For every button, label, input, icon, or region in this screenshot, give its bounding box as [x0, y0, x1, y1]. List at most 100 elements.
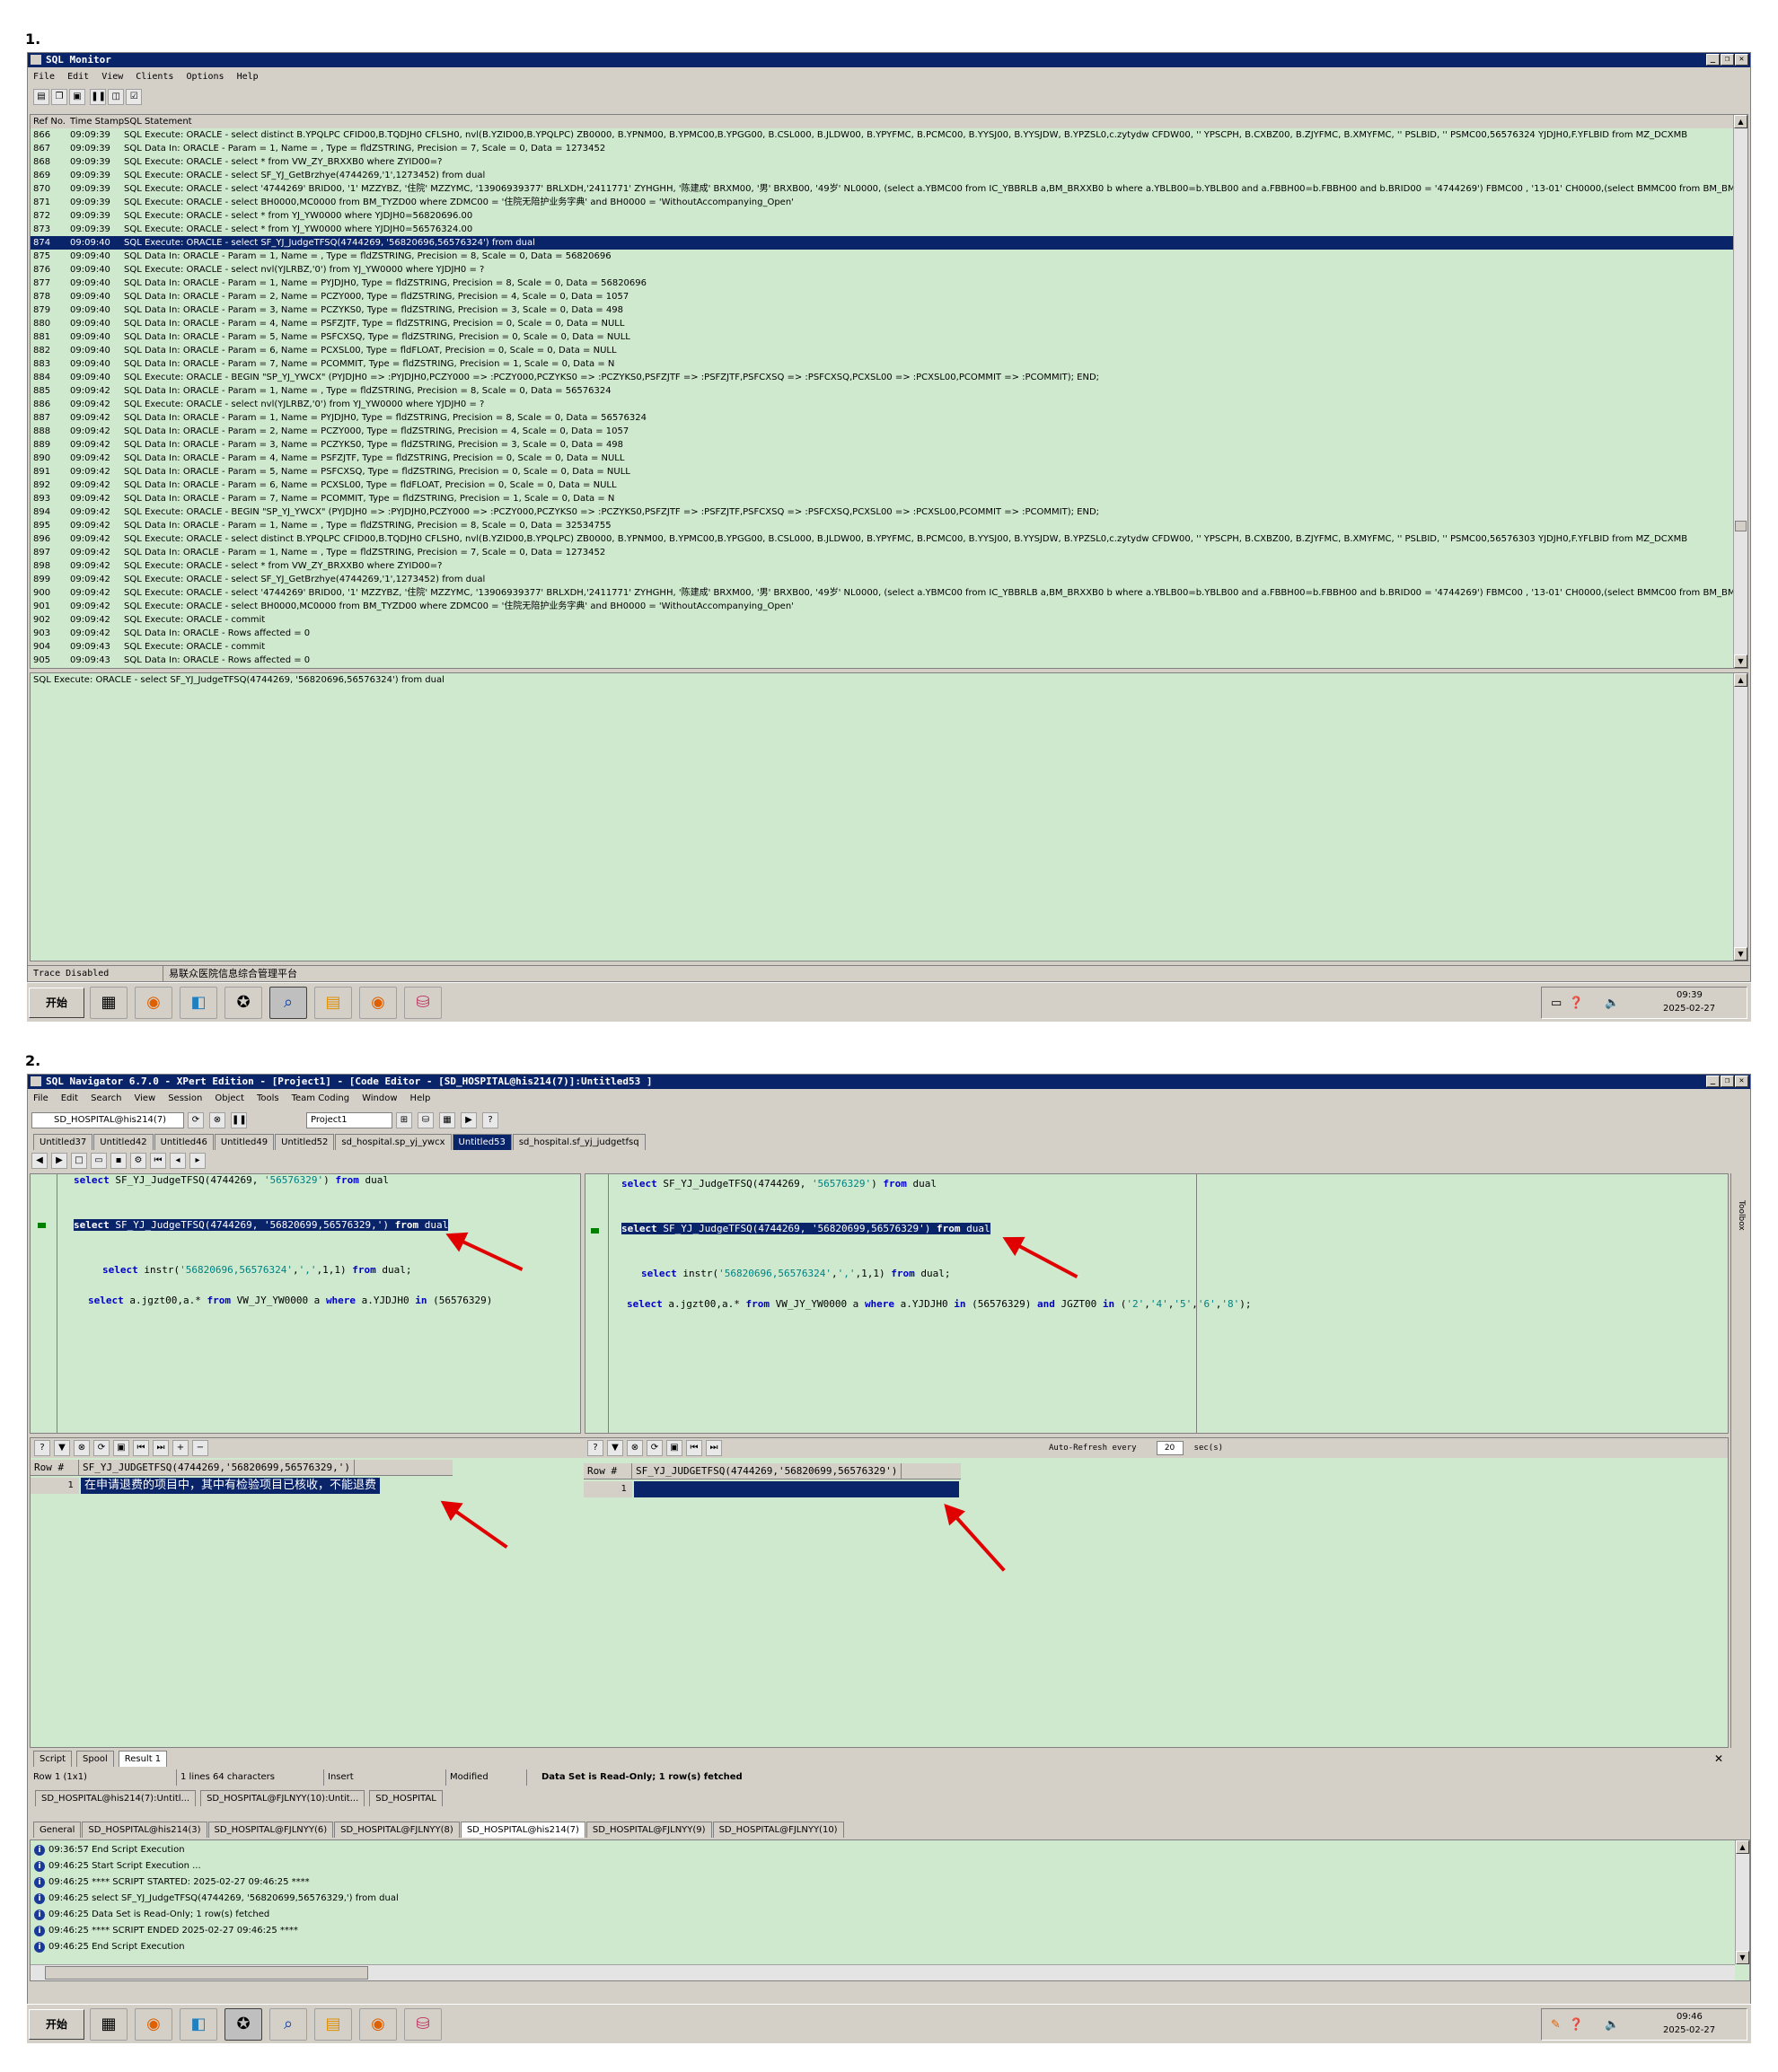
- log-row[interactable]: 872 09:09:39 SQL Execute: ORACLE - select …: [31, 209, 1747, 223]
- conn-tab-sd-hospital[interactable]: SD_HOSPITAL: [369, 1790, 443, 1806]
- close-result-icon[interactable]: ✕: [1714, 1752, 1723, 1765]
- add-row-icon[interactable]: +: [172, 1440, 189, 1456]
- menu-session[interactable]: Session: [168, 1091, 202, 1107]
- log-row[interactable]: 879 09:09:40 SQL Data In: ORACLE - Param =…: [31, 303, 1747, 317]
- tab-script[interactable]: Script: [33, 1751, 73, 1767]
- last-icon[interactable]: ⏭: [706, 1440, 722, 1456]
- menu-window[interactable]: Window: [362, 1091, 397, 1107]
- output-message[interactable]: i 09:36:57 End Script Execution: [31, 1842, 1749, 1858]
- tab-untitled37[interactable]: Untitled37: [33, 1134, 93, 1150]
- restore-button[interactable]: ❐: [1721, 54, 1734, 66]
- help-icon[interactable]: ?: [482, 1112, 498, 1128]
- left-code-editor[interactable]: select SF_YJ_JudgeTFSQ(4744269, '5657632…: [30, 1173, 581, 1434]
- conn-tab-his214-7[interactable]: SD_HOSPITAL@his214(7):Untitl...: [35, 1790, 197, 1806]
- cancel-icon[interactable]: ⊗: [627, 1440, 643, 1456]
- start-button[interactable]: 开始: [29, 2009, 84, 2040]
- header-sql[interactable]: SQL Statement: [124, 115, 192, 128]
- log-row[interactable]: 901 09:09:42 SQL Execute: ORACLE - select …: [31, 600, 1747, 613]
- output-tab-fjlnyy-9[interactable]: SD_HOSPITAL@FJLNYY(9): [585, 1822, 712, 1838]
- log-row[interactable]: 866 09:09:39 SQL Execute: ORACLE - select …: [31, 128, 1747, 142]
- project-select[interactable]: Project1: [306, 1112, 392, 1128]
- log-row[interactable]: 878 09:09:40 SQL Data In: ORACLE - Param =…: [31, 290, 1747, 303]
- tab-sp-yj-ywcx[interactable]: sd_hospital.sp_yj_ywcx: [335, 1134, 452, 1150]
- log-row[interactable]: 888 09:09:42 SQL Data In: ORACLE - Param =…: [31, 425, 1747, 438]
- execute-icon[interactable]: ⚙: [130, 1153, 146, 1169]
- print-icon[interactable]: ▣: [113, 1440, 129, 1456]
- log-row[interactable]: 903 09:09:42 SQL Data In: ORACLE - Rows af…: [31, 627, 1747, 640]
- back-icon[interactable]: ◀: [31, 1153, 48, 1169]
- log-row[interactable]: 899 09:09:42 SQL Execute: ORACLE - select …: [31, 573, 1747, 586]
- new-icon[interactable]: □: [71, 1153, 87, 1169]
- run-icon[interactable]: ▶: [461, 1112, 477, 1128]
- tab-untitled52[interactable]: Untitled52: [275, 1134, 335, 1150]
- output-hscrollbar[interactable]: [31, 1964, 1735, 1980]
- taskbar-app-calculator[interactable]: ▦: [90, 987, 128, 1019]
- log-row[interactable]: 902 09:09:42 SQL Execute: ORACLE - commit: [31, 613, 1747, 627]
- left-grid-col-header[interactable]: SF_YJ_JUDGETFSQ(4744269,'56820699,565763…: [79, 1460, 356, 1475]
- output-tab-his214-3[interactable]: SD_HOSPITAL@his214(3): [82, 1822, 207, 1838]
- log-row[interactable]: 877 09:09:40 SQL Data In: ORACLE - Param =…: [31, 277, 1747, 290]
- log-row[interactable]: 891 09:09:42 SQL Data In: ORACLE - Param =…: [31, 465, 1747, 478]
- print-icon[interactable]: ▣: [69, 89, 85, 105]
- refresh-icon[interactable]: ⟳: [647, 1440, 663, 1456]
- save-log-icon[interactable]: ▤: [33, 89, 49, 105]
- menu-team-coding[interactable]: Team Coding: [292, 1091, 350, 1107]
- log-row[interactable]: 870 09:09:39 SQL Execute: ORACLE - select …: [31, 182, 1747, 196]
- log-row[interactable]: 895 09:09:42 SQL Data In: ORACLE - Param =…: [31, 519, 1747, 532]
- grid-icon[interactable]: ▦: [439, 1112, 455, 1128]
- next-icon[interactable]: ▸: [189, 1153, 206, 1169]
- log-row[interactable]: 896 09:09:42 SQL Execute: ORACLE - select …: [31, 532, 1747, 546]
- tab-untitled42[interactable]: Untitled42: [93, 1134, 154, 1150]
- output-tab-general[interactable]: General: [33, 1822, 82, 1838]
- right-grid-col-header[interactable]: SF_YJ_JUDGETFSQ(4744269,'56820699,565763…: [632, 1463, 902, 1479]
- output-scrollbar[interactable]: ▲ ▼: [1735, 1840, 1749, 1964]
- output-message[interactable]: i 09:46:25 End Script Execution: [31, 1939, 1749, 1955]
- open-icon[interactable]: ▭: [91, 1153, 107, 1169]
- first-icon[interactable]: ⏮: [133, 1440, 149, 1456]
- log-row[interactable]: 897 09:09:42 SQL Data In: ORACLE - Param =…: [31, 546, 1747, 559]
- taskbar-app-sqlmonitor[interactable]: ⌕: [269, 987, 307, 1019]
- tab-untitled49[interactable]: Untitled49: [214, 1134, 275, 1150]
- right-grid-rownum-header[interactable]: Row #: [584, 1463, 632, 1479]
- taskbar-app-ring[interactable]: ◉: [135, 2008, 172, 2041]
- output-message[interactable]: i 09:46:25 select SF_YJ_JudgeTFSQ(4744269…: [31, 1891, 1749, 1907]
- pause-icon[interactable]: ❚❚: [90, 89, 107, 105]
- log-row[interactable]: 881 09:09:40 SQL Data In: ORACLE - Param =…: [31, 330, 1747, 344]
- taskbar-app-compass[interactable]: ✪: [224, 2008, 262, 2041]
- stop-icon[interactable]: ⊗: [209, 1112, 225, 1128]
- restore-button[interactable]: ❐: [1721, 1076, 1734, 1087]
- taskbar-app-sqlmonitor[interactable]: ⌕: [269, 2008, 307, 2041]
- auto-refresh-input[interactable]: 20: [1156, 1441, 1184, 1455]
- menu-view[interactable]: View: [134, 1091, 155, 1107]
- close-button[interactable]: ✕: [1735, 54, 1748, 66]
- tab-spool[interactable]: Spool: [76, 1751, 114, 1767]
- header-refno[interactable]: Ref No.: [31, 115, 70, 128]
- output-message[interactable]: i 09:46:25 Start Script Execution ...: [31, 1858, 1749, 1874]
- log-row[interactable]: 869 09:09:39 SQL Execute: ORACLE - select …: [31, 169, 1747, 182]
- right-code-editor[interactable]: select SF_YJ_JudgeTFSQ(4744269, '5657632…: [585, 1173, 1729, 1434]
- help-icon[interactable]: ❓: [1569, 2018, 1583, 2032]
- menu-edit[interactable]: Edit: [67, 69, 89, 85]
- log-row[interactable]: 875 09:09:40 SQL Data In: ORACLE - Param =…: [31, 250, 1747, 263]
- first-icon[interactable]: ⏮: [686, 1440, 702, 1456]
- menu-options[interactable]: Options: [186, 69, 224, 85]
- db-icon[interactable]: ⛁: [418, 1112, 434, 1128]
- scroll-thumb[interactable]: [1735, 521, 1747, 531]
- hscroll-thumb[interactable]: [45, 1966, 368, 1980]
- log-row[interactable]: 889 09:09:42 SQL Data In: ORACLE - Param =…: [31, 438, 1747, 452]
- taskbar-app-book[interactable]: ◧: [180, 2008, 217, 2041]
- menu-search[interactable]: Search: [91, 1091, 121, 1107]
- log-row[interactable]: 900 09:09:42 SQL Execute: ORACLE - select …: [31, 586, 1747, 600]
- menu-object[interactable]: Object: [215, 1091, 244, 1107]
- log-row[interactable]: 894 09:09:42 SQL Execute: ORACLE - BEGIN "…: [31, 505, 1747, 519]
- minimize-button[interactable]: _: [1706, 54, 1720, 66]
- volume-icon[interactable]: 🔈: [1605, 2018, 1619, 2032]
- output-tab-fjlnyy-10[interactable]: SD_HOSPITAL@FJLNYY(10): [712, 1822, 844, 1838]
- menu-view[interactable]: View: [101, 69, 123, 85]
- tree-icon[interactable]: ⊞: [396, 1112, 412, 1128]
- log-row[interactable]: 885 09:09:42 SQL Data In: ORACLE - Param =…: [31, 384, 1747, 398]
- taskbar-app-database[interactable]: ⛁: [404, 987, 442, 1019]
- print-icon[interactable]: ▣: [666, 1440, 682, 1456]
- log-scrollbar[interactable]: ▲ ▼: [1733, 115, 1747, 668]
- menu-tools[interactable]: Tools: [257, 1091, 279, 1107]
